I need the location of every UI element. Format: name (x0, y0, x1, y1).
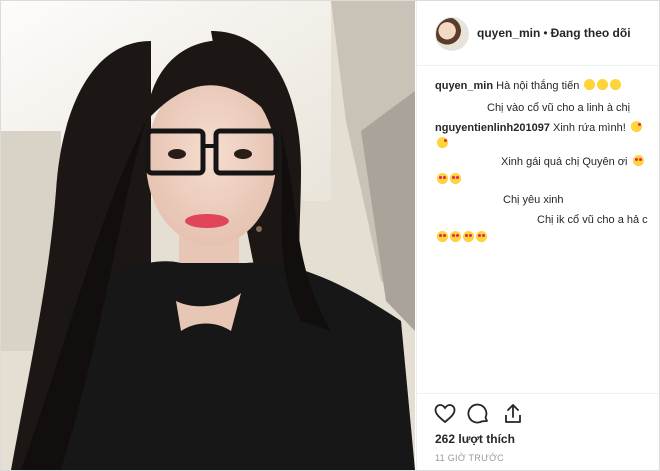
comment-item: Chị vào cổ vũ cho a linh à chị (487, 101, 630, 116)
laughing-emoji-icon (584, 79, 596, 90)
heart-eyes-emoji-icon (476, 231, 487, 242)
heart-eyes-emoji-icon (437, 231, 448, 242)
post-photo[interactable] (1, 1, 415, 470)
comment-text: Chị yêu xinh (503, 194, 564, 206)
comment-icon[interactable] (467, 402, 491, 426)
selfie-image (1, 1, 415, 470)
comment-item: nguyentienlinh201097 Xinh rứa mình! (435, 121, 642, 136)
comment-text: Hà nội thắng tiến (496, 80, 580, 92)
laughing-emoji-icon (610, 79, 622, 90)
comment-text: Xinh gái quá chị Quyên ơi (501, 156, 628, 168)
heart-icon[interactable] (433, 402, 457, 426)
avatar[interactable] (435, 17, 469, 51)
likes-count[interactable]: 262 lượt thích (435, 432, 515, 446)
comments-list: quyen_min Hà nội thắng tiến Chị vào cổ v… (417, 73, 659, 391)
post-timestamp[interactable]: 11 GIỜ TRƯỚC (435, 453, 504, 463)
kiss-emoji-icon (630, 121, 642, 132)
heart-eyes-emoji-icon (450, 173, 461, 184)
comment-text: Chị vào cổ vũ cho a linh à chị (487, 102, 631, 114)
comment-item: Chị yêu xinh (503, 193, 564, 208)
comment-item (435, 137, 448, 152)
comment-username[interactable]: nguyentienlinh201097 (435, 122, 550, 134)
comment-item: Chị ik cổ vũ cho a hả c (537, 213, 648, 228)
comment-item (435, 173, 461, 188)
comment-text: Xinh rứa mình! (553, 122, 626, 134)
heart-eyes-emoji-icon (437, 173, 448, 184)
comment-item (435, 231, 487, 246)
separator-dot: • (543, 26, 548, 40)
laughing-emoji-icon (597, 79, 609, 90)
post-actions (417, 393, 659, 434)
follow-status-button[interactable]: Đang theo dõi (551, 26, 631, 40)
comment-username[interactable]: quyen_min (435, 80, 493, 92)
comment-item: quyen_min Hà nội thắng tiến (435, 79, 622, 94)
comment-text: Chị ik cổ vũ cho a hả c (537, 214, 648, 226)
header-text: quyen_min • Đang theo dõi (477, 26, 631, 40)
heart-eyes-emoji-icon (632, 155, 644, 166)
instagram-post: quyen_min • Đang theo dõi quyen_min Hà nội… (0, 0, 660, 471)
kiss-emoji-icon (437, 137, 448, 148)
comment-item: Xinh gái quá chị Quyên ơi (501, 155, 644, 170)
post-header: quyen_min • Đang theo dõi (417, 1, 659, 66)
heart-eyes-emoji-icon (450, 231, 461, 242)
share-icon[interactable] (501, 402, 525, 426)
heart-eyes-emoji-icon (463, 231, 474, 242)
author-username[interactable]: quyen_min (477, 26, 540, 40)
post-sidebar: quyen_min • Đang theo dõi quyen_min Hà nội… (416, 1, 659, 470)
